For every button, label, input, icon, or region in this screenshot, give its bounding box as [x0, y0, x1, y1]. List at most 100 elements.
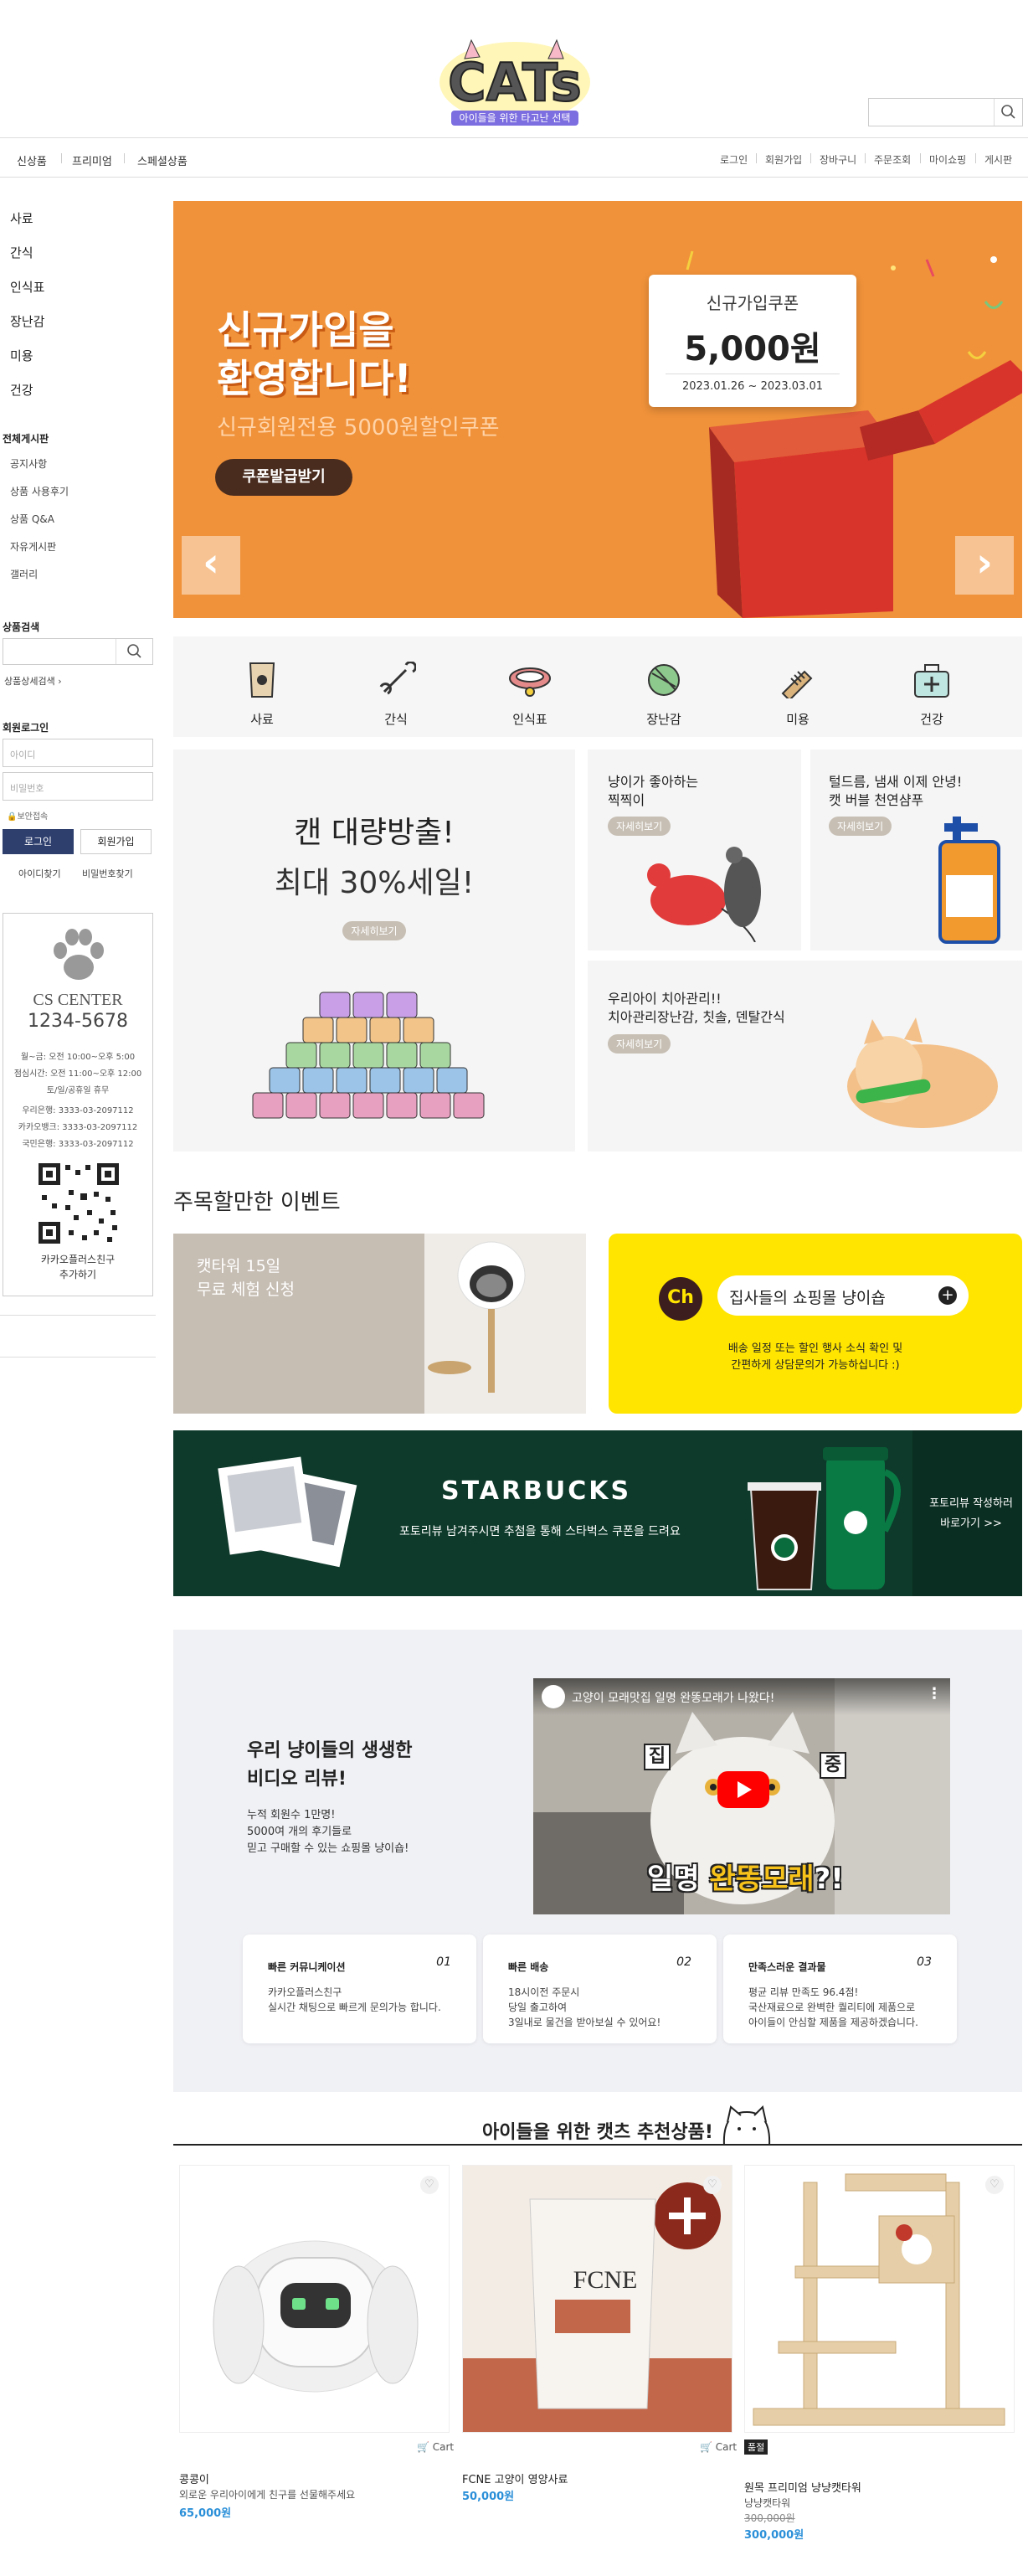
event-kakao-chat[interactable]: Ch 집사들의 쇼핑몰 냥이숍 + 배송 일정 또는 할인 행사 소식 확인 및…	[609, 1234, 1022, 1414]
video-side-text-2: 중	[820, 1752, 846, 1779]
sidebar-cat-food[interactable]: 사료	[10, 209, 33, 227]
video-caption: 일명 완똥모래?!	[647, 1856, 844, 1897]
heart-icon[interactable]: ♡	[420, 2176, 439, 2194]
promo-dental-btn-wrap: 자세히보기	[608, 1034, 671, 1054]
login-password-field[interactable]: 비밀번호	[3, 772, 153, 801]
header-search-input[interactable]	[869, 99, 993, 126]
video-title[interactable]: 고양이 모래맛집 일명 완똥모래가 나왔다!	[572, 1689, 923, 1706]
board-free[interactable]: 자유게시판	[10, 539, 56, 554]
nav-join[interactable]: 회원가입	[765, 152, 802, 167]
nav-my-shopping[interactable]: 마이쇼핑	[929, 152, 966, 167]
youtube-play-button[interactable]	[717, 1771, 769, 1808]
coupon-issue-button[interactable]: 쿠폰발급받기	[215, 459, 352, 496]
promo-can-sale[interactable]: 캔 대량방출! 최대 30%세일! 자세히보기	[173, 750, 575, 1151]
join-button[interactable]: 회원가입	[80, 829, 152, 854]
product-card-image[interactable]: FCNE ♡	[462, 2165, 732, 2433]
add-to-cart-button[interactable]: 🛒 Cart	[417, 2441, 454, 2453]
add-to-cart-button[interactable]: 🛒 Cart	[700, 2441, 737, 2453]
lock-icon: 🔒	[7, 812, 18, 822]
nav-board[interactable]: 게시판	[984, 152, 1012, 167]
promo-bath-detail-button[interactable]: 자세히보기	[829, 817, 892, 836]
sidebar-cat-snack[interactable]: 간식	[10, 244, 33, 261]
hero-banner[interactable]: 신규가입을 환영합니다! 신규회원전용 5000원할인쿠폰 쿠폰발급받기 신규가…	[173, 201, 1022, 618]
product-name[interactable]: 원목 프리미엄 냥냥캣타워	[744, 2479, 861, 2495]
youtube-video-player[interactable]: 고양이 모래맛집 일명 완똥모래가 나왔다! ⋮ 집 중 일명 완똥모래?!	[533, 1678, 950, 1914]
header-search[interactable]	[868, 98, 1023, 126]
cs-phone: 1234-5678	[28, 1011, 128, 1032]
product-card-image[interactable]: ♡	[744, 2165, 1015, 2433]
feature-card-delivery: 빠른 배송 02 18시이전 주문시 당일 출고하여 3일내로 물건을 받아보실…	[483, 1935, 717, 2043]
sidebar-cat-nametag[interactable]: 인식표	[10, 278, 44, 296]
board-reviews[interactable]: 상품 사용후기	[10, 484, 69, 498]
promo-bath-title: 털드름, 냄새 이제 안녕! 캣 버블 천연샴푸	[829, 774, 963, 808]
site-logo[interactable]: CATs 아이들을 위한 타고난 선택	[431, 33, 599, 131]
kakao-chat-pill: 집사들의 쇼핑몰 냥이숍 +	[717, 1275, 969, 1316]
feature-number: 01	[436, 1955, 451, 1969]
find-password-link[interactable]: 비밀번호찾기	[82, 867, 133, 880]
nav-special[interactable]: 스페셜상품	[137, 152, 188, 168]
header-search-button[interactable]	[994, 99, 1022, 126]
promo-bubble-shampoo[interactable]: 털드름, 냄새 이제 안녕! 캣 버블 천연샴푸 자세히보기	[810, 750, 1022, 951]
food-bag-icon	[249, 662, 275, 698]
mouse-toy-image	[647, 847, 761, 942]
login-button[interactable]: 로그인	[3, 829, 74, 854]
secure-login-checkbox[interactable]: 🔒보안접속	[7, 809, 48, 822]
login-id-field[interactable]: 아이디	[3, 739, 153, 767]
banner-prev-button[interactable]: ‹	[182, 536, 240, 595]
sidebar-divider	[0, 1357, 156, 1358]
banner-next-button[interactable]: ›	[955, 536, 1014, 595]
promo-toy-btn-wrap: 자세히보기	[608, 817, 671, 836]
more-vert-icon[interactable]: ⋮	[927, 1685, 942, 1703]
heart-icon[interactable]: ♡	[703, 2176, 722, 2194]
quick-cat-snack[interactable]: 간식	[362, 660, 429, 728]
nav-premium[interactable]: 프리미엄	[72, 152, 112, 168]
feature-desc: 평균 리뷰 만족도 96.4점! 국산재료으로 완벽한 퀄리티에 제품으로 아이…	[748, 1986, 918, 2028]
board-qna[interactable]: 상품 Q&A	[10, 512, 54, 526]
sidebar-search[interactable]	[3, 638, 153, 665]
event-starbucks-review[interactable]: STARBUCKS 포토리뷰 남겨주시면 추첨을 통해 스타벅스 쿠폰을 드려요…	[173, 1430, 1022, 1596]
nav-divider	[124, 153, 125, 163]
nav-login[interactable]: 로그인	[720, 152, 748, 167]
nav-cart[interactable]: 장바구니	[820, 152, 856, 167]
product-name[interactable]: FCNE 고양이 영양사료	[462, 2470, 568, 2486]
nav-order-lookup[interactable]: 주문조회	[874, 152, 911, 167]
search-icon	[127, 644, 141, 658]
board-notice[interactable]: 공지사항	[10, 456, 47, 471]
promo-dental-care[interactable]: 우리아이 치아관리!! 치아관리장난감, 칫솔, 덴탈간식 자세히보기	[588, 961, 1022, 1151]
starbucks-cta[interactable]: 포토리뷰 작성하러 바로가기 >>	[921, 1494, 1021, 1534]
promo-mouse-toy[interactable]: 냥이가 좋아하는 찍찍이 자세히보기	[588, 750, 801, 951]
product-price: 50,000원	[462, 2491, 515, 2503]
quick-cat-toy[interactable]: 장난감	[630, 660, 697, 728]
kakao-channel-icon: Ch	[659, 1277, 702, 1321]
cs-hours-closed: 토/일/공휴일 휴무	[46, 1086, 110, 1095]
heart-icon[interactable]: ♡	[985, 2176, 1004, 2194]
quick-cat-food[interactable]: 사료	[229, 660, 296, 728]
board-gallery[interactable]: 갤러리	[10, 567, 38, 581]
nav-divider	[61, 153, 62, 163]
coupon-period: 2023.01.26 ~ 2023.03.01	[681, 380, 824, 393]
quick-cat-health[interactable]: 건강	[898, 660, 965, 728]
promo-can-detail-button[interactable]: 자세히보기	[342, 921, 406, 940]
kakao-plus-link[interactable]: 카카오플러스친구 추가하기	[3, 1252, 152, 1282]
promo-dental-detail-button[interactable]: 자세히보기	[608, 1034, 671, 1054]
sidebar-cat-toy[interactable]: 장난감	[10, 312, 44, 330]
sidebar-search-button[interactable]	[116, 639, 152, 664]
event-cattower-trial[interactable]: 캣타워 15일 무료 체험 신청	[173, 1234, 586, 1414]
quick-cat-label: 간식	[384, 712, 408, 727]
quick-cat-grooming[interactable]: 미용	[764, 660, 831, 728]
nav-new-products[interactable]: 신상품	[17, 152, 47, 168]
sidebar-cat-grooming[interactable]: 미용	[10, 347, 33, 364]
quick-cat-label: 장난감	[646, 712, 681, 727]
product-name[interactable]: 콩콩이	[179, 2470, 209, 2486]
qr-code-icon[interactable]	[35, 1160, 122, 1247]
product-card-image[interactable]: ♡	[179, 2165, 450, 2433]
detail-search-link[interactable]: 상품상세검색 ›	[4, 674, 62, 688]
promo-toy-detail-button[interactable]: 자세히보기	[608, 817, 671, 836]
quick-cat-nametag[interactable]: 인식표	[496, 660, 563, 728]
sidebar-cat-health[interactable]: 건강	[10, 381, 33, 399]
promo-can-title: 캔 대량방출!	[294, 816, 455, 850]
quick-category-row	[173, 636, 1022, 737]
promo-toy-title: 냥이가 좋아하는 찍찍이	[608, 774, 699, 808]
find-id-link[interactable]: 아이디찾기	[18, 867, 61, 880]
channel-avatar-icon[interactable]	[542, 1685, 565, 1708]
